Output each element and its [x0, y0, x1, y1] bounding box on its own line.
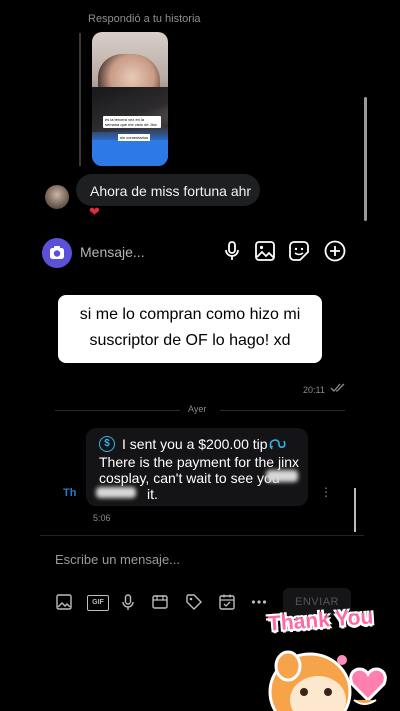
divider — [40, 535, 364, 536]
tip-title: I sent you a $200.00 tip — [122, 436, 268, 452]
dollar-icon: $ — [99, 436, 115, 452]
story-thumbnail[interactable]: es la tercera vez en la semana que me vi… — [92, 32, 168, 166]
ig-message-input[interactable]: Mensaje... — [80, 244, 145, 260]
divider — [55, 410, 180, 411]
tip-timestamp: 5:06 — [93, 513, 111, 523]
camera-button[interactable] — [42, 238, 72, 268]
sender-initials[interactable]: Th — [63, 487, 76, 499]
story-reply-label: Respondió a tu historia — [88, 13, 201, 25]
compose-input[interactable]: Escribe un mensaje... — [55, 552, 180, 567]
scrollbar[interactable] — [354, 488, 356, 532]
overlay-caption: si me lo compran como hizo mi suscriptor… — [58, 302, 322, 354]
story-caption-1: es la tercera vez en la semana que me vi… — [103, 116, 161, 128]
sticker-icon[interactable] — [286, 238, 312, 264]
mic-icon[interactable] — [219, 238, 245, 264]
heart-reaction-icon[interactable]: ❤ — [89, 204, 100, 220]
story-caption-2: sin comentarios — [118, 134, 151, 141]
camera-icon — [50, 246, 64, 259]
more-icon[interactable] — [250, 593, 268, 611]
story-blue-fabric — [92, 140, 168, 166]
censored-text — [266, 470, 298, 482]
mic-icon[interactable] — [119, 593, 137, 611]
scrollbar[interactable] — [364, 97, 367, 221]
media-icon[interactable] — [151, 593, 169, 611]
message-text: Ahora de miss fortuna ahr — [90, 183, 252, 199]
more-options-icon[interactable]: ⋮ — [320, 485, 332, 499]
sticker-character-icon — [268, 650, 387, 711]
gallery-icon[interactable] — [252, 238, 278, 264]
tip-body-line-1: There is the payment for the jinx — [99, 454, 299, 470]
overlay-caption-line-1: si me lo compran como hizo mi — [79, 306, 301, 323]
message-timestamp: 20:11 — [303, 385, 325, 395]
tag-icon[interactable] — [185, 593, 203, 611]
calendar-icon[interactable] — [218, 593, 236, 611]
plus-icon[interactable] — [322, 238, 348, 264]
divider — [220, 410, 345, 411]
gif-icon[interactable]: GIF — [87, 595, 109, 611]
image-icon[interactable] — [55, 593, 73, 611]
avatar[interactable] — [45, 185, 69, 209]
overlay-caption-line-2: suscriptor de OF lo hago! xd — [89, 332, 291, 349]
read-ticks-icon — [330, 383, 345, 392]
tip-link-icon — [269, 439, 286, 450]
day-divider-label: Ayer — [188, 404, 207, 414]
reply-indicator-bar — [79, 33, 81, 166]
censored-text — [96, 487, 136, 498]
